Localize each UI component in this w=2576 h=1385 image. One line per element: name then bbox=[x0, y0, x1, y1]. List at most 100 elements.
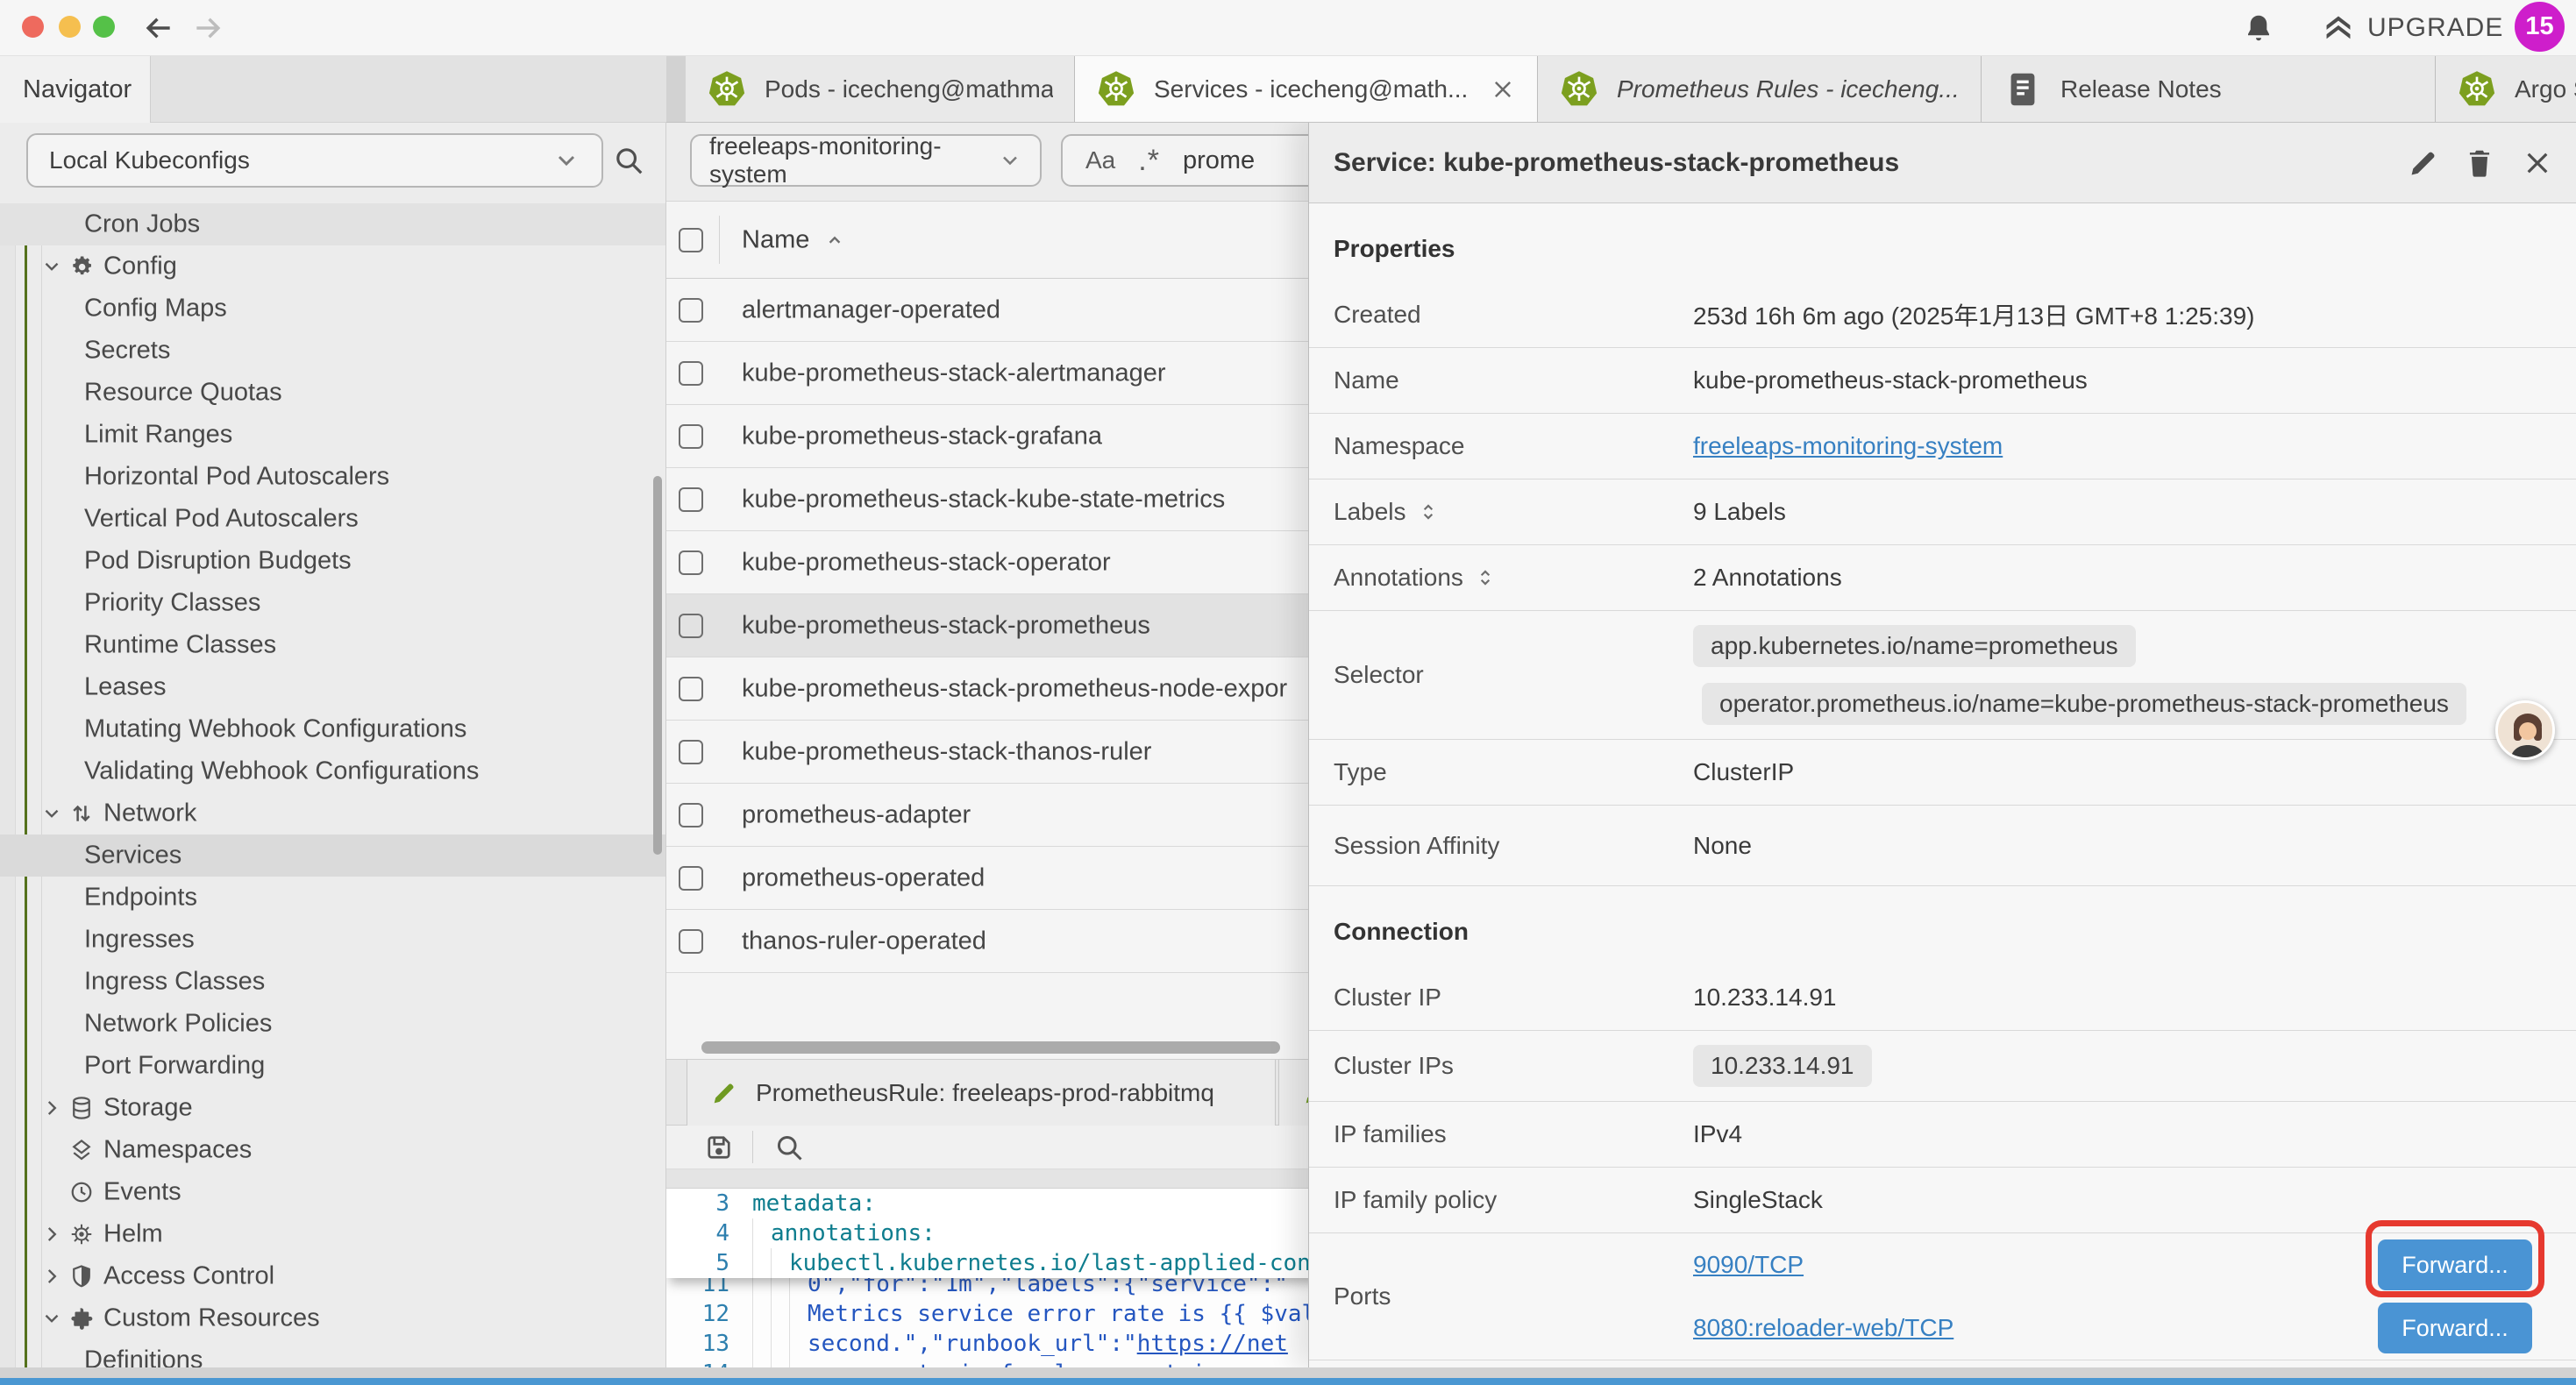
tab-navigator[interactable]: Navigator bbox=[0, 56, 151, 123]
sidebar-item-runtime-classes[interactable]: Runtime Classes bbox=[0, 624, 665, 666]
sidebar-item-secrets[interactable]: Secrets bbox=[0, 330, 665, 372]
port-link[interactable]: 9090/TCP bbox=[1693, 1251, 1804, 1279]
upgrade-button[interactable]: UPGRADE bbox=[2322, 11, 2503, 45]
sidebar-item-mutating-webhook-configurations[interactable]: Mutating Webhook Configurations bbox=[0, 708, 665, 750]
navigator-label: Navigator bbox=[23, 75, 132, 104]
sidebar-item-label: Priority Classes bbox=[84, 589, 260, 618]
forward-button[interactable]: Forward... bbox=[2378, 1303, 2532, 1353]
port-link[interactable]: 8080:reloader-web/TCP bbox=[1693, 1314, 1953, 1342]
notifications-badge[interactable]: 15 bbox=[2515, 2, 2565, 52]
sidebar-item-events[interactable]: Events bbox=[0, 1171, 665, 1213]
sidebar-item-storage[interactable]: Storage bbox=[0, 1087, 665, 1129]
tab-services-icecheng-math[interactable]: Services - icecheng@math... bbox=[1075, 56, 1538, 123]
sidebar-item-validating-webhook-configurations[interactable]: Validating Webhook Configurations bbox=[0, 750, 665, 792]
service-name: thanos-ruler-operated bbox=[742, 927, 986, 955]
sidebar-item-port-forwarding[interactable]: Port Forwarding bbox=[0, 1045, 665, 1087]
sidebar-item-network-policies[interactable]: Network Policies bbox=[0, 1003, 665, 1045]
expander-icon[interactable] bbox=[1474, 566, 1497, 589]
tab-release-notes[interactable]: Release Notes bbox=[1982, 56, 2436, 123]
edit-pencil-icon[interactable] bbox=[2407, 146, 2440, 180]
sidebar-item-label: Pod Disruption Budgets bbox=[84, 547, 352, 576]
editor-tab-prometheusrule[interactable]: PrometheusRule: freeleaps-prod-rabbitmq bbox=[687, 1060, 1276, 1126]
sidebar-item-label: Namespaces bbox=[103, 1136, 252, 1165]
traffic-light-close[interactable] bbox=[22, 16, 44, 38]
close-icon[interactable] bbox=[2521, 146, 2554, 180]
save-icon[interactable] bbox=[703, 1132, 735, 1163]
chevron-down-icon bbox=[40, 255, 63, 278]
sidebar-item-ingress-classes[interactable]: Ingress Classes bbox=[0, 961, 665, 1003]
detail-value-text: 2 Annotations bbox=[1693, 564, 1842, 591]
column-header-name[interactable]: Name bbox=[742, 225, 809, 254]
traffic-light-minimize[interactable] bbox=[59, 16, 81, 38]
sidebar-item-endpoints[interactable]: Endpoints bbox=[0, 877, 665, 919]
delete-trash-icon[interactable] bbox=[2463, 146, 2496, 180]
sidebar-item-pod-disruption-budgets[interactable]: Pod Disruption Budgets bbox=[0, 540, 665, 582]
row-checkbox[interactable] bbox=[679, 298, 703, 323]
traffic-light-zoom[interactable] bbox=[93, 16, 115, 38]
detail-value: kube-prometheus-stack-prometheus bbox=[1693, 366, 2551, 394]
row-checkbox[interactable] bbox=[679, 424, 703, 449]
row-checkbox[interactable] bbox=[679, 677, 703, 701]
namespace-filter[interactable]: freeleaps-monitoring-system bbox=[690, 134, 1042, 187]
row-checkbox[interactable] bbox=[679, 361, 703, 386]
horizontal-scrollbar[interactable] bbox=[701, 1041, 1280, 1054]
row-checkbox[interactable] bbox=[679, 614, 703, 638]
regex-toggle[interactable]: .* bbox=[1138, 144, 1160, 178]
row-checkbox[interactable] bbox=[679, 866, 703, 891]
search-icon[interactable] bbox=[773, 1132, 805, 1163]
sidebar-item-priority-classes[interactable]: Priority Classes bbox=[0, 582, 665, 624]
service-name: prometheus-adapter bbox=[742, 800, 971, 829]
tab-pods-icecheng-mathmas[interactable]: Pods - icecheng@mathmas... bbox=[686, 56, 1075, 123]
sidebar-item-custom-resources[interactable]: Custom Resources bbox=[0, 1297, 665, 1339]
sidebar-item-label: Port Forwarding bbox=[84, 1052, 265, 1081]
detail-row-created: Created253d 16h 6m ago (2025年1月13日 GMT+8… bbox=[1309, 282, 2576, 348]
sidebar-item-network[interactable]: Network bbox=[0, 792, 665, 835]
back-arrow-icon[interactable] bbox=[142, 11, 175, 45]
sidebar-item-ingresses[interactable]: Ingresses bbox=[0, 919, 665, 961]
sidebar-item-horizontal-pod-autoscalers[interactable]: Horizontal Pod Autoscalers bbox=[0, 456, 665, 498]
forward-arrow-icon[interactable] bbox=[191, 11, 224, 45]
sidebar-item-cron-jobs[interactable]: Cron Jobs bbox=[0, 203, 665, 245]
row-checkbox[interactable] bbox=[679, 929, 703, 954]
tab-label: Pods - icecheng@mathmas... bbox=[765, 75, 1053, 103]
detail-link[interactable]: freeleaps-monitoring-system bbox=[1693, 432, 2003, 459]
assistant-avatar[interactable] bbox=[2495, 700, 2555, 760]
tab-argo-se[interactable]: Argo Se bbox=[2436, 56, 2576, 123]
sidebar-item-namespaces[interactable]: Namespaces bbox=[0, 1129, 665, 1171]
helm-icon bbox=[68, 1221, 95, 1247]
editor-tab-title: PrometheusRule: freeleaps-prod-rabbitmq bbox=[756, 1079, 1214, 1107]
sidebar-item-vertical-pod-autoscalers[interactable]: Vertical Pod Autoscalers bbox=[0, 498, 665, 540]
row-checkbox[interactable] bbox=[679, 803, 703, 827]
sidebar-item-limit-ranges[interactable]: Limit Ranges bbox=[0, 414, 665, 456]
indent-guide bbox=[789, 1359, 790, 1367]
bell-icon[interactable] bbox=[2243, 12, 2274, 44]
detail-row-type: TypeClusterIP bbox=[1309, 740, 2576, 806]
sidebar-item-config-maps[interactable]: Config Maps bbox=[0, 288, 665, 330]
service-name: kube-prometheus-stack-alertmanager bbox=[742, 359, 1166, 387]
row-checkbox[interactable] bbox=[679, 740, 703, 764]
sidebar-item-access-control[interactable]: Access Control bbox=[0, 1255, 665, 1297]
sort-asc-icon[interactable] bbox=[823, 229, 846, 252]
search-icon[interactable] bbox=[612, 144, 645, 177]
case-toggle[interactable]: Aa bbox=[1085, 146, 1115, 174]
sidebar-item-label: Horizontal Pod Autoscalers bbox=[84, 463, 389, 492]
detail-label: Name bbox=[1334, 366, 1693, 394]
close-icon[interactable] bbox=[1490, 76, 1516, 103]
tab-label: Argo Se bbox=[2515, 75, 2576, 103]
select-all-checkbox[interactable] bbox=[679, 228, 703, 252]
sidebar-item-helm[interactable]: Helm bbox=[0, 1213, 665, 1255]
sidebar-item-label: Vertical Pod Autoscalers bbox=[84, 505, 359, 534]
sidebar-scrollbar[interactable] bbox=[653, 476, 662, 855]
detail-value-text: None bbox=[1693, 832, 1752, 859]
sidebar-item-leases[interactable]: Leases bbox=[0, 666, 665, 708]
sidebar-item-services[interactable]: Services bbox=[0, 835, 665, 877]
section-heading-label: Connection bbox=[1334, 918, 1469, 946]
tab-prometheus-rules-icecheng[interactable]: Prometheus Rules - icecheng... bbox=[1538, 56, 1982, 123]
kubeconfig-selector[interactable]: Local Kubeconfigs bbox=[26, 133, 603, 188]
sidebar-item-definitions[interactable]: Definitions bbox=[0, 1339, 665, 1367]
sidebar-item-resource-quotas[interactable]: Resource Quotas bbox=[0, 372, 665, 414]
row-checkbox[interactable] bbox=[679, 550, 703, 575]
expander-icon[interactable] bbox=[1417, 501, 1440, 523]
row-checkbox[interactable] bbox=[679, 487, 703, 512]
sidebar-item-config[interactable]: Config bbox=[0, 245, 665, 288]
